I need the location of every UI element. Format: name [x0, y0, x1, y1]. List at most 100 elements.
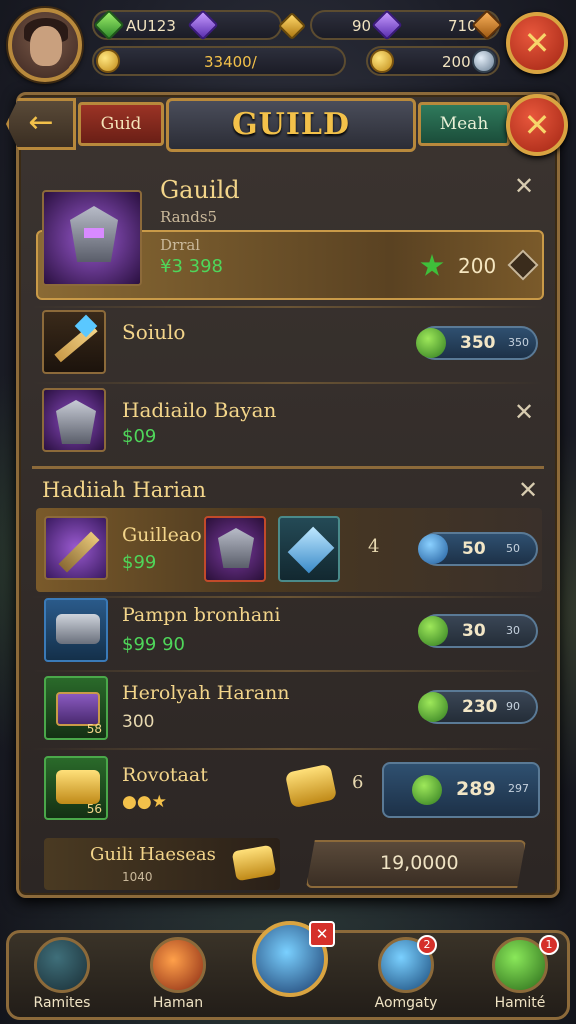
treasury-label: Guili Haeseas: [90, 844, 216, 865]
guild-card-close-icon[interactable]: ✕: [514, 172, 534, 200]
gold-value: AU123: [126, 17, 176, 35]
reward-price-pill[interactable]: 50 50: [418, 532, 538, 566]
nav-hamite[interactable]: Hamité 1: [475, 935, 565, 1011]
panel-close-button[interactable]: ✕: [506, 94, 568, 156]
nav-battle[interactable]: ✕: [245, 921, 335, 997]
nav-label: Hamité: [494, 995, 546, 1011]
gold-counter[interactable]: AU123: [92, 9, 282, 41]
reward-mid-count: 6: [352, 772, 364, 793]
gem-counter[interactable]: 90 710: [310, 9, 503, 41]
reward-row-2[interactable]: Pampn bronhani $99 90 30 30: [24, 598, 552, 670]
guild-card[interactable]: Gauild Rands5 Drral ¥3 398 200 ✕: [24, 168, 552, 304]
avatar-face: [30, 26, 62, 66]
panel-header: ← Guid GUILD Meah ✕: [6, 94, 570, 156]
tokens-value: 200: [442, 53, 471, 71]
notification-badge: 1: [539, 935, 559, 955]
divider: [32, 306, 544, 308]
reward-name: Pampn bronhani: [122, 604, 281, 626]
silver-coin-icon: [472, 49, 496, 73]
section-title: Hadiiah Harian: [42, 478, 207, 502]
back-button[interactable]: ←: [6, 98, 76, 150]
item-price-secondary: 350: [508, 336, 529, 349]
helmet-icon: [218, 528, 254, 568]
fire-icon: [150, 937, 206, 993]
nav-aomgaty[interactable]: Aomgaty 2: [361, 935, 451, 1011]
reward-value: 300: [122, 712, 155, 732]
notification-badge: 2: [417, 935, 437, 955]
gold-ingot-icon: [284, 763, 338, 809]
home-icon: [34, 937, 90, 993]
item-name: Soiulo: [122, 320, 186, 344]
guild-emblem: [42, 190, 142, 286]
emerald-orb-icon: [418, 692, 448, 722]
coin-icon: [96, 49, 120, 73]
guild-detail-label: Drral: [160, 236, 201, 254]
reward-icon-frame: [44, 516, 108, 580]
gold-count: 56: [86, 802, 102, 816]
emerald-orb-icon: [418, 616, 448, 646]
amethyst-icon: [371, 9, 403, 41]
reward-price-secondary: 90: [506, 700, 520, 713]
nav-label: Haman: [152, 995, 204, 1011]
guild-name: Gauild: [160, 176, 240, 204]
page-title: GUILD: [166, 98, 416, 152]
item-price: 350: [460, 333, 496, 353]
token-counter[interactable]: 200: [366, 46, 500, 76]
reward-price: 50: [462, 539, 486, 559]
treasury-total: 19,0000: [380, 852, 459, 874]
bottom-nav: Ramites Haman ✕ Aomgaty 2 Hamité 1: [6, 921, 570, 1020]
gold-shard-icon: [277, 11, 307, 41]
item-value: $09: [122, 426, 157, 447]
guild-subtitle: Rands5: [160, 208, 218, 226]
reward-price-secondary: 30: [506, 624, 520, 637]
divider: [32, 670, 544, 672]
reward-price-pill[interactable]: 30 30: [418, 614, 538, 648]
guild-price: 200: [458, 254, 497, 278]
crystal-reward-icon: [278, 516, 340, 582]
player-avatar[interactable]: !: [8, 8, 82, 82]
item-close-icon[interactable]: ✕: [514, 398, 534, 426]
reward-row-3[interactable]: 58 Herolyah Harann 300 230 90: [24, 674, 552, 746]
top-close-button[interactable]: ✕: [506, 12, 568, 74]
green-gem-icon: [93, 9, 125, 41]
section-divider: [32, 466, 544, 469]
reward-row-1[interactable]: Guilleao $99 4 50 50: [24, 508, 552, 594]
item-name: Hadiailo Bayan: [122, 398, 277, 422]
chest-count: 58: [86, 722, 102, 736]
emerald-orb-icon: [416, 328, 446, 358]
section-close-icon[interactable]: ✕: [518, 476, 538, 504]
avatar-level-badge: !: [68, 62, 78, 78]
tab-guid[interactable]: Guid: [78, 102, 164, 146]
list-item-soiulo[interactable]: Soiulo 350 350: [24, 310, 552, 378]
coin-counter[interactable]: 33400/: [92, 46, 346, 76]
divider: [32, 748, 544, 750]
list-item-hadiailo[interactable]: Hadiailo Bayan $09 ✕: [24, 388, 552, 456]
reward-row-4[interactable]: 56 Rovotaat ●●★ 6 289 297: [24, 752, 552, 830]
token-icon: [370, 49, 394, 73]
gems-value: 90: [352, 17, 372, 35]
reward-icon-frame: 58: [44, 676, 108, 740]
item-price-pill[interactable]: 350 350: [416, 326, 538, 360]
blue-crystal-icon: [287, 526, 335, 574]
treasury-sub: 1040: [122, 870, 153, 884]
coins-value: 33400/: [204, 53, 257, 71]
divider: [32, 382, 544, 384]
glowing-eyes-icon: [84, 228, 104, 238]
reward-price-secondary: 50: [506, 542, 520, 555]
treasure-chest-icon: [56, 692, 100, 726]
reward-value: $99 90: [122, 634, 185, 655]
gold-bar-icon: [56, 770, 100, 804]
reward-icon-frame: [44, 598, 108, 662]
reward-price-pill[interactable]: 230 90: [418, 690, 538, 724]
battle-alert-badge: ✕: [309, 921, 335, 947]
nav-haman[interactable]: Haman: [133, 937, 223, 1011]
staff-icon: [58, 531, 100, 573]
helmet-reward-icon: [204, 516, 266, 582]
reward-name: Guilleao: [122, 524, 202, 546]
reward-name: Rovotaat: [122, 764, 208, 786]
buy-button[interactable]: 289 297: [382, 762, 540, 818]
nav-ramites[interactable]: Ramites: [17, 937, 107, 1011]
guild-detail-value: ¥3 398: [160, 256, 223, 277]
tab-meah[interactable]: Meah: [418, 102, 510, 146]
reward-price: 30: [462, 621, 486, 641]
